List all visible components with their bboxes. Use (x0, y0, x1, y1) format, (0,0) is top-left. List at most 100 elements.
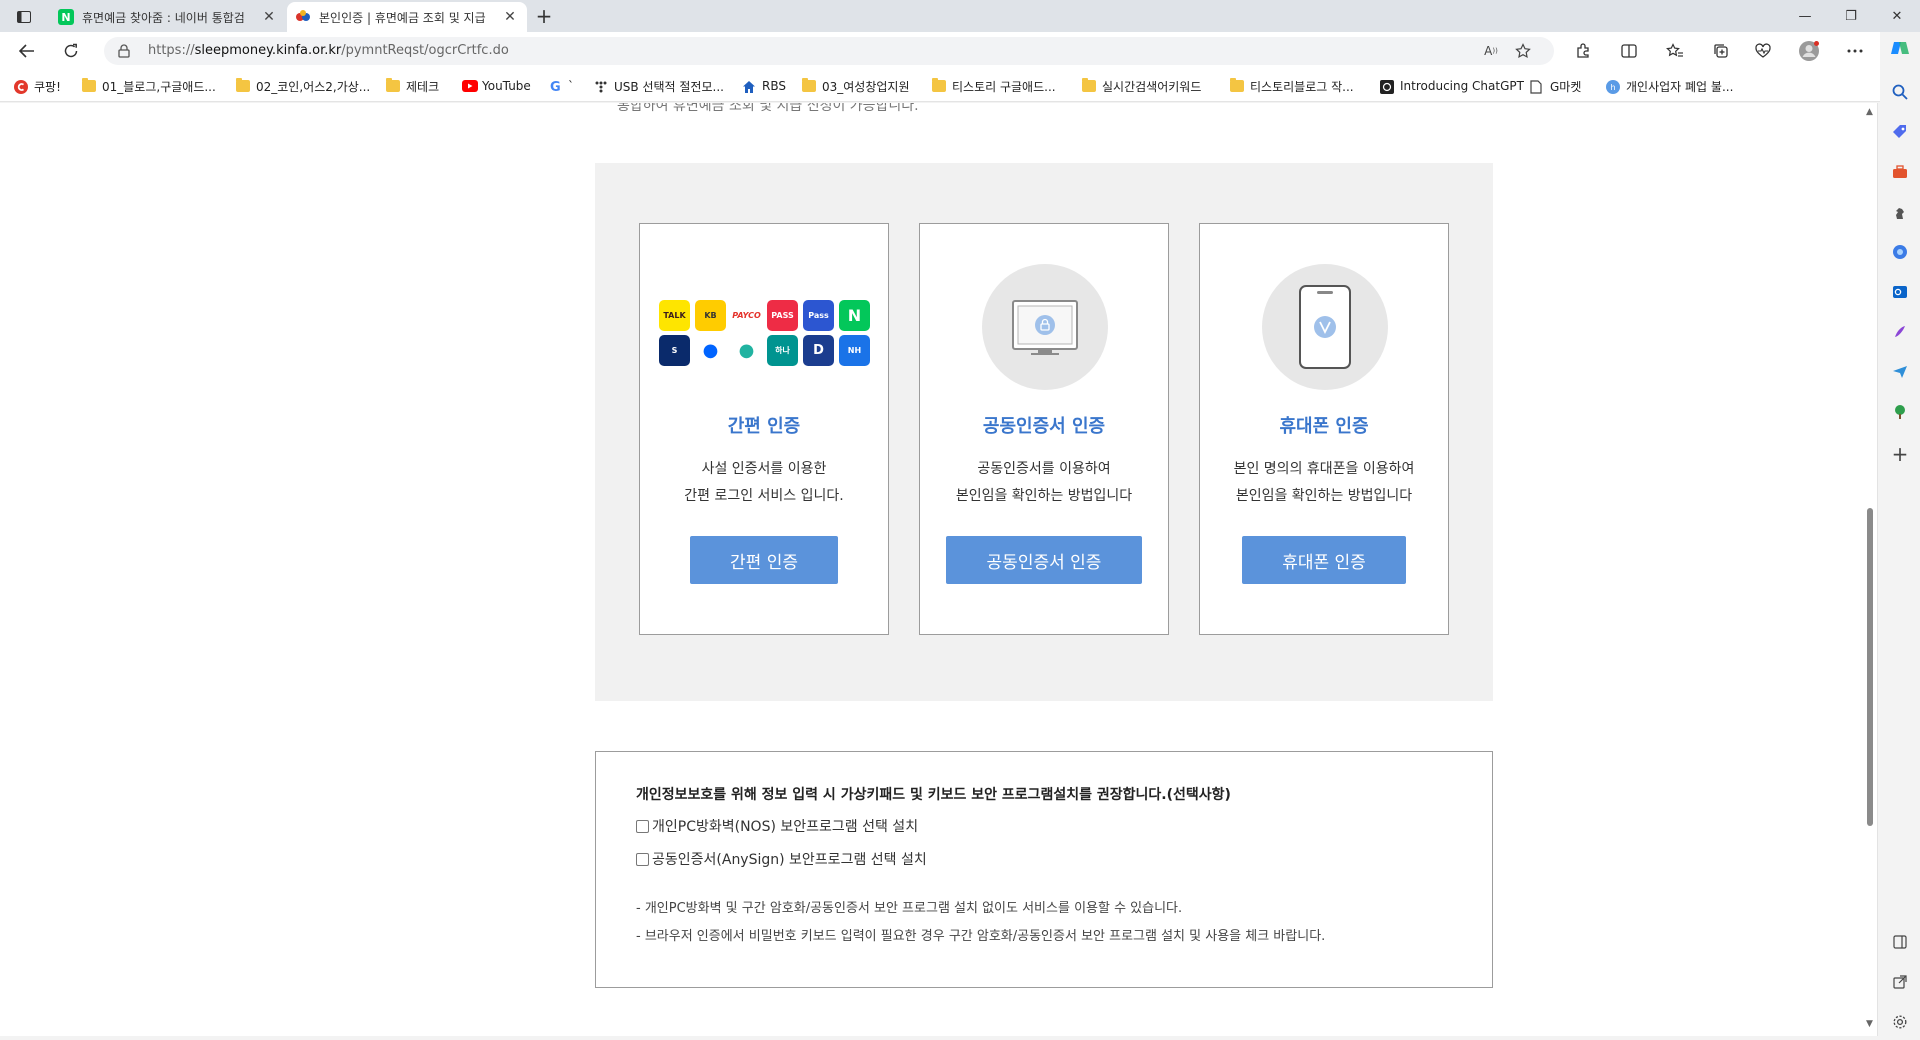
svg-text:h: h (1610, 83, 1615, 92)
folder-icon (1082, 80, 1096, 92)
refresh-icon[interactable] (58, 39, 84, 63)
simple-auth-provider-logos: TALK KB PAYCO PASS Pass N S ● ● 하나 D NH (659, 300, 869, 366)
extensions-icon[interactable] (1572, 40, 1594, 62)
address-bar[interactable]: https://sleepmoney.kinfa.or.kr/pymntReqs… (104, 37, 1554, 65)
monitor-lock-icon (982, 264, 1108, 390)
bookmark-gmarket[interactable]: G마켓 (1530, 77, 1581, 95)
certificate-auth-description: 공동인증서를 이용하여 본인임을 확인하는 방법입니다 (920, 456, 1168, 510)
kakaotalk-logo-icon: TALK (659, 300, 690, 331)
naver-icon: N (58, 9, 74, 25)
home-icon (742, 80, 756, 92)
payco-logo-icon: PAYCO (731, 300, 762, 331)
certificate-auth-title: 공동인증서 인증 (920, 412, 1168, 438)
checkbox-box[interactable] (636, 820, 649, 833)
back-icon[interactable] (14, 39, 40, 63)
phone-auth-description: 본인 명의의 휴대폰을 이용하여 본인임을 확인하는 방법입니다 (1200, 456, 1448, 510)
scroll-down-arrow-icon[interactable]: ▼ (1866, 1019, 1873, 1029)
tab-identity-verification[interactable]: 본인인증 | 휴면예금 조회 및 지급 ✕ (287, 2, 527, 32)
bookmark-coupang[interactable]: 쿠팡! (14, 77, 61, 95)
browser-essentials-icon[interactable] (1752, 40, 1774, 62)
scroll-up-arrow-icon[interactable]: ▲ (1866, 107, 1873, 117)
tree-icon[interactable] (1890, 402, 1910, 422)
external-link-icon[interactable] (1890, 972, 1910, 992)
bookmark-folder-startup[interactable]: 03_여성창업지원 (802, 77, 910, 95)
window-close-button[interactable]: ✕ (1874, 0, 1920, 32)
tab-actions-icon[interactable] (10, 6, 38, 28)
simple-auth-card: TALK KB PAYCO PASS Pass N S ● ● 하나 D NH … (639, 223, 889, 635)
bookmark-rbs[interactable]: RBS (742, 77, 786, 95)
coupang-icon (14, 80, 28, 92)
restore-button[interactable]: ❐ (1828, 0, 1874, 32)
url-text[interactable]: https://sleepmoney.kinfa.or.kr/pymntReqs… (148, 43, 509, 58)
favorites-icon[interactable] (1664, 40, 1686, 62)
pass-red-logo-icon: PASS (767, 300, 798, 331)
nos-firewall-checkbox[interactable]: 개인PC방화벽(NOS) 보안프로그램 선택 설치 (636, 816, 918, 836)
bookmark-folder-tistory-blog[interactable]: 티스토리블로그 작... (1230, 77, 1354, 95)
anysign-checkbox[interactable]: 공동인증서(AnySign) 보안프로그램 선택 설치 (636, 849, 927, 869)
simple-auth-button[interactable]: 간편 인증 (690, 536, 838, 584)
add-sidebar-app-icon[interactable]: + (1890, 444, 1910, 464)
folder-icon (82, 80, 96, 92)
bookmark-google[interactable]: G ` (550, 77, 574, 95)
tools-briefcase-icon[interactable] (1890, 162, 1910, 182)
outlook-icon[interactable] (1890, 282, 1910, 302)
phone-auth-button[interactable]: 휴대폰 인증 (1242, 536, 1406, 584)
browser-toolbar: https://sleepmoney.kinfa.or.kr/pymntReqs… (0, 32, 1890, 70)
collections-icon[interactable] (1710, 40, 1732, 62)
tab-naver-search[interactable]: N 휴면예금 찾아줌 : 네이버 통합검 ✕ (50, 2, 286, 32)
folder-icon (236, 80, 250, 92)
scroll-thumb[interactable] (1867, 508, 1873, 826)
dots-icon (594, 80, 608, 92)
read-aloud-icon[interactable]: A)) (1482, 42, 1500, 60)
shield-d-logo-icon: D (803, 335, 834, 366)
hometax-icon: h (1606, 80, 1620, 92)
bookmark-folder-keywords[interactable]: 실시간검색어키워드 (1082, 77, 1201, 95)
games-chess-icon[interactable] (1890, 202, 1910, 222)
tab-title: 휴면예금 찾아줌 : 네이버 통합검 (82, 9, 260, 26)
bookmark-folder-blog[interactable]: 01_블로그,구글애드... (82, 77, 216, 95)
bookmark-chatgpt[interactable]: Introducing ChatGPT (1380, 77, 1524, 95)
security-program-notice: 개인정보보호를 위해 정보 입력 시 가상키패드 및 키보드 보안 프로그램설치… (595, 751, 1493, 988)
nh-logo-icon: NH (839, 335, 870, 366)
phone-auth-title: 휴대폰 인증 (1200, 412, 1448, 438)
split-screen-icon[interactable] (1618, 40, 1640, 62)
tab-title: 본인인증 | 휴면예금 조회 및 지급 (319, 9, 501, 26)
certificate-auth-button[interactable]: 공동인증서 인증 (946, 536, 1142, 584)
minimize-button[interactable]: — (1782, 0, 1828, 32)
checkbox-box[interactable] (636, 853, 649, 866)
copilot-icon[interactable] (1890, 38, 1910, 58)
folder-icon (932, 80, 946, 92)
notice-heading: 개인정보보호를 위해 정보 입력 시 가상키패드 및 키보드 보안 프로그램설치… (636, 784, 1231, 804)
page-scrollbar[interactable]: ▲ ▼ (1862, 103, 1878, 1036)
naver-logo-icon: N (839, 300, 870, 331)
search-icon[interactable] (1890, 82, 1910, 102)
tab-strip: N 휴면예금 찾아줌 : 네이버 통합검 ✕ 본인인증 | 휴면예금 조회 및 … (0, 0, 1920, 32)
favorite-star-icon[interactable] (1514, 42, 1532, 60)
lock-icon[interactable] (118, 43, 130, 62)
simple-auth-description: 사설 인증서를 이용한 간편 로그인 서비스 입니다. (640, 456, 888, 510)
bookmarks-bar: 쿠팡! 01_블로그,구글애드... 02_코인,어스2,가상... 제테크 Y… (0, 70, 1890, 102)
kinfa-logo-icon (295, 9, 311, 25)
send-icon[interactable] (1890, 362, 1910, 382)
microsoft365-icon[interactable] (1890, 242, 1910, 262)
profile-avatar-icon[interactable] (1798, 40, 1820, 62)
sidebar-panel-icon[interactable] (1890, 932, 1910, 952)
pass-blue-logo-icon: Pass (803, 300, 834, 331)
close-tab-icon[interactable]: ✕ (260, 9, 278, 25)
bookmark-hometax[interactable]: h 개인사업자 폐업 불... (1606, 77, 1733, 95)
shopping-tag-icon[interactable] (1890, 122, 1910, 142)
folder-icon (802, 80, 816, 92)
designer-icon[interactable] (1890, 322, 1910, 342)
phone-illustration (1262, 264, 1388, 390)
bookmark-folder-coin[interactable]: 02_코인,어스2,가상... (236, 77, 370, 95)
certificate-auth-card: 공동인증서 인증 공동인증서를 이용하여 본인임을 확인하는 방법입니다 공동인… (919, 223, 1169, 635)
settings-gear-icon[interactable] (1890, 1012, 1910, 1032)
new-tab-button[interactable]: + (532, 6, 556, 28)
bookmark-folder-finance[interactable]: 제테크 (386, 77, 439, 95)
edge-sidebar: + (1880, 32, 1920, 1040)
bookmark-youtube[interactable]: YouTube (462, 77, 531, 95)
bookmark-usb-power[interactable]: USB 선택적 절전모... (594, 77, 724, 95)
bookmark-folder-tistory-ads[interactable]: 티스토리 구글애드... (932, 77, 1056, 95)
close-tab-icon[interactable]: ✕ (501, 9, 519, 25)
more-menu-icon[interactable] (1844, 40, 1866, 62)
